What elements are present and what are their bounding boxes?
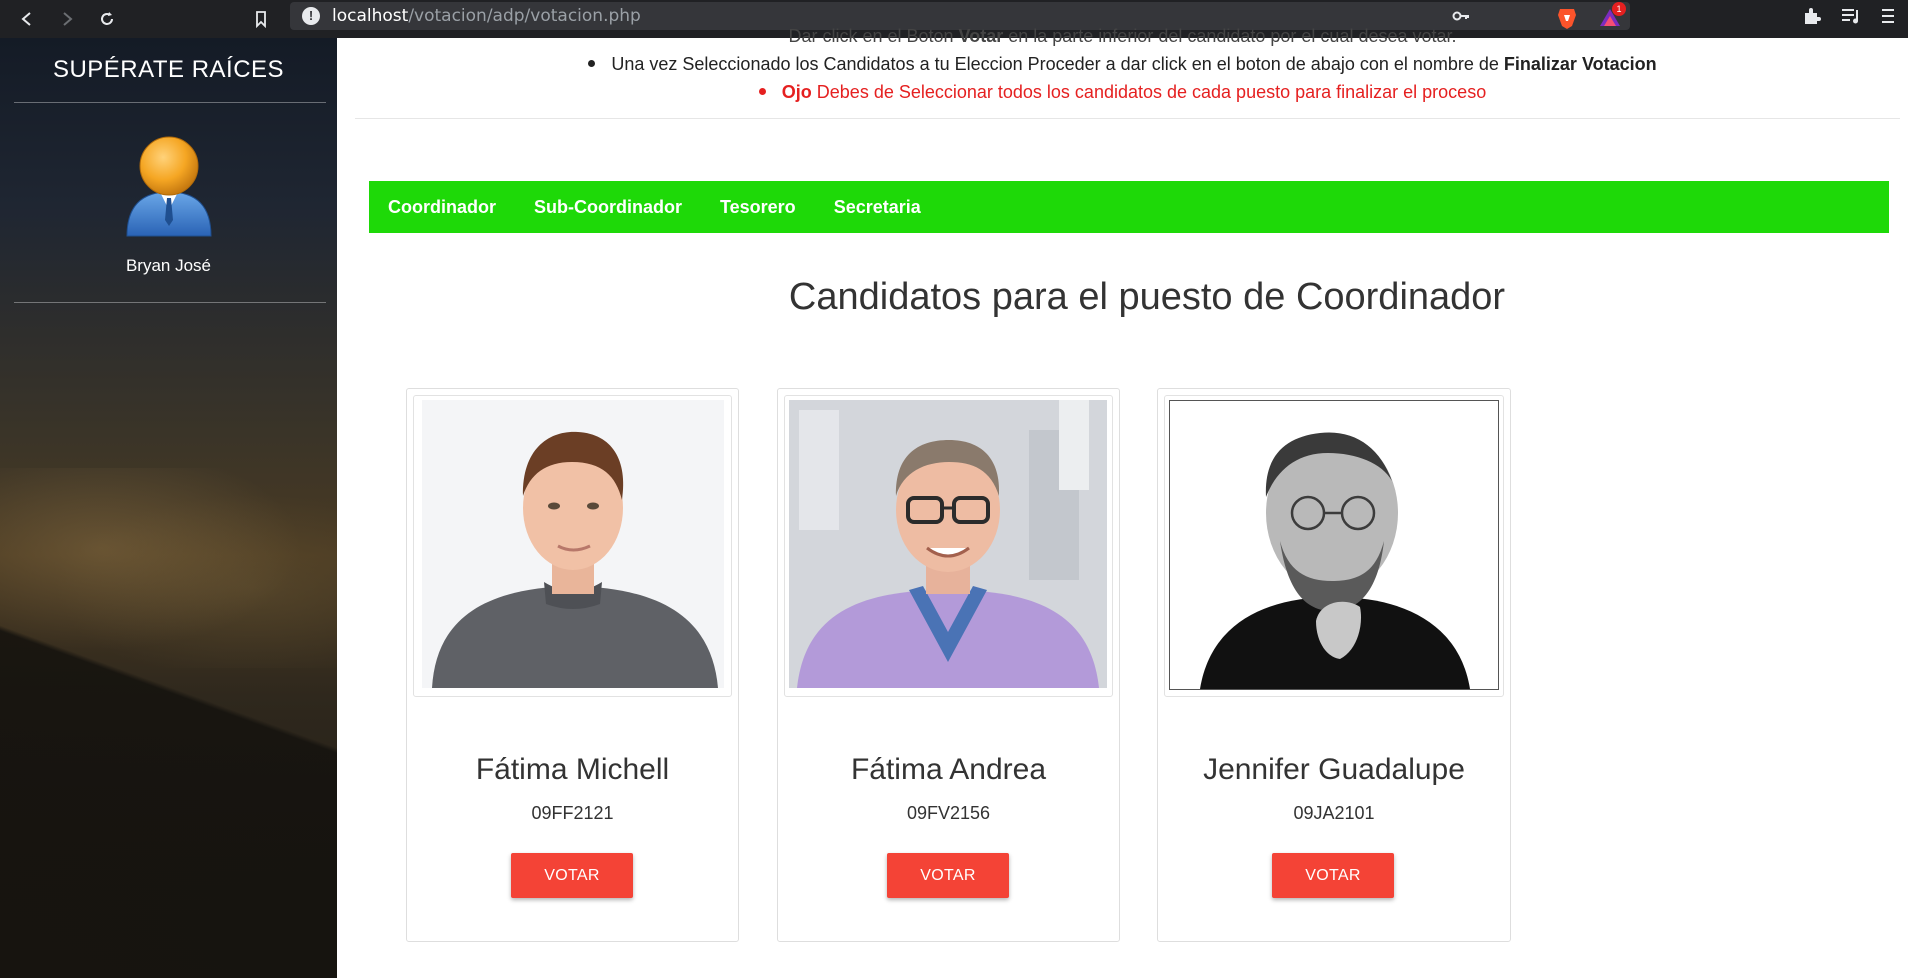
divider (355, 118, 1900, 119)
bullet-icon (758, 87, 766, 95)
candidate-code: 09FV2156 (906, 803, 991, 823)
section-title: Candidatos para el puesto de Coordinador (788, 276, 1506, 318)
tab-sub-coordinador[interactable]: Sub-Coordinador (515, 197, 701, 218)
bullet-icon (588, 59, 596, 67)
reload-icon[interactable] (96, 8, 118, 30)
vote-button[interactable]: VOTAR (1272, 853, 1394, 898)
username: Bryan José (125, 256, 212, 275)
instruction-text: Dar click en el Boton (788, 26, 959, 46)
back-icon[interactable] (16, 8, 38, 30)
candidate-name: Fátima Michell (475, 753, 670, 786)
candidate-photo-frame (784, 395, 1113, 697)
candidate-photo (789, 400, 1107, 688)
instruction-bold: Votar (958, 26, 1004, 46)
candidate-card: Fátima Michell 09FF2121 VOTAR (406, 388, 739, 942)
sidebar: SUPÉRATE RAÍCES Bryan José (0, 38, 337, 978)
url-text[interactable]: localhost/votacion/adp/votacion.php (332, 6, 641, 26)
tab-secretaria[interactable]: Secretaria (815, 197, 940, 218)
url-path: /votacion/adp/votacion.php (408, 6, 641, 26)
vote-button[interactable]: VOTAR (511, 853, 633, 898)
candidate-code: 09FF2121 (531, 803, 614, 823)
candidate-photo-frame (1164, 395, 1504, 697)
candidate-code: 09JA2101 (1293, 803, 1375, 823)
url-host: localhost (332, 6, 409, 26)
candidate-photo (422, 400, 724, 688)
user-avatar-icon (124, 134, 214, 240)
candidate-card: Jennifer Guadalupe 09JA2101 VOTAR (1157, 388, 1511, 942)
bookmark-icon[interactable] (250, 8, 272, 30)
candidate-name: Fátima Andrea (850, 753, 1047, 786)
instruction-bold: Finalizar Votacion (1503, 54, 1657, 74)
candidate-photo (1169, 400, 1499, 690)
instruction-text: Una vez Seleccionado los Candidatos a tu… (611, 54, 1504, 74)
candidate-name: Jennifer Guadalupe (1203, 753, 1465, 786)
sidebar-background-mountain (0, 558, 337, 978)
candidate-photo-frame (413, 395, 732, 697)
instruction-item: Una vez Seleccionado los Candidatos a tu… (337, 54, 1908, 75)
forward-icon[interactable] (56, 8, 78, 30)
warning-item: Ojo Debes de Seleccionar todos los candi… (337, 82, 1908, 103)
notification-badge: 1 (1612, 2, 1626, 16)
warning-bold: Ojo (781, 82, 812, 102)
candidate-card: Fátima Andrea 09FV2156 VOTAR (777, 388, 1120, 942)
position-tabs: Coordinador Sub-Coordinador Tesorero Sec… (369, 181, 1889, 233)
tab-tesorero[interactable]: Tesorero (701, 197, 815, 218)
warning-text: Debes de Seleccionar todos los candidato… (811, 82, 1487, 102)
instruction-item: Dar click en el Boton Votar en la parte … (337, 26, 1908, 47)
instruction-text: en la parte inferior del candidato por e… (1003, 26, 1457, 46)
brand-title: SUPÉRATE RAÍCES (52, 56, 285, 83)
site-info-icon[interactable]: ! (302, 7, 320, 25)
vote-button[interactable]: VOTAR (887, 853, 1009, 898)
tab-coordinador[interactable]: Coordinador (369, 197, 515, 218)
main-content: Dar click en el Boton Votar en la parte … (337, 26, 1908, 978)
sidebar-divider (14, 102, 326, 103)
sidebar-divider (14, 302, 326, 303)
